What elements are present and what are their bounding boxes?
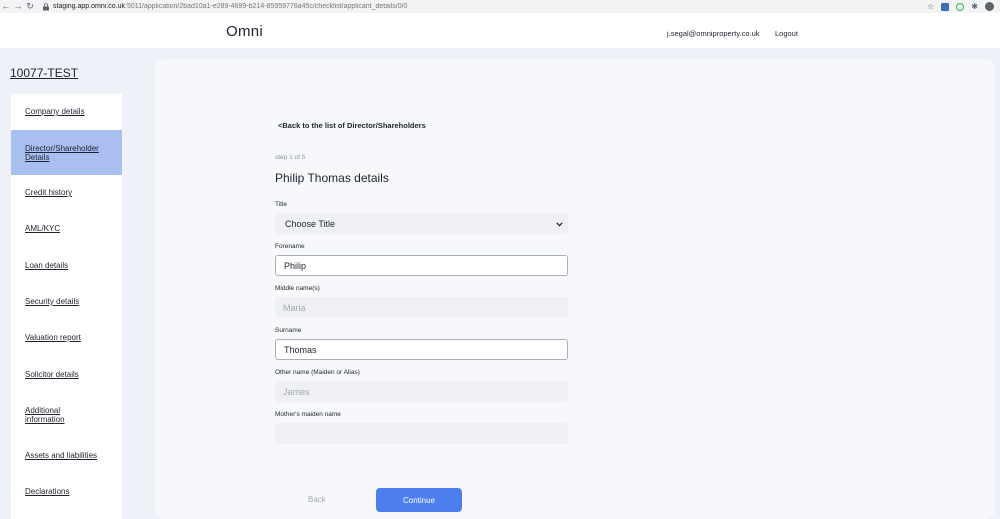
star-icon[interactable]: ☆ [927, 0, 934, 13]
sidebar-item-aml-kyc[interactable]: AML/KYC [11, 224, 122, 233]
sidebar-item-company-details[interactable]: Company details [11, 107, 122, 116]
mothers-maiden-name-label: Mother's maiden name [275, 411, 341, 418]
url-host: staging.app.omni.co.uk [53, 3, 125, 10]
extension-icon[interactable] [941, 2, 950, 11]
forward-arrow-icon[interactable]: → [12, 0, 24, 13]
continue-button[interactable]: Continue [376, 488, 462, 512]
sidebar-item-label: Director/Shareholder Details [25, 144, 99, 162]
app-header: Omni j.segal@omniproperty.co.uk Logout [0, 13, 1000, 49]
step-indicator: step 1 of 5 [275, 154, 306, 161]
middle-name-field[interactable]: Maria [275, 297, 568, 318]
chevron-down-icon [556, 219, 563, 229]
sidebar-item-valuation-report[interactable]: Valuation report [11, 333, 122, 342]
browser-extensions: ☆ ✱ [927, 0, 994, 13]
user-email: j.segal@omniproperty.co.uk [667, 29, 760, 38]
surname-field[interactable]: Thomas [275, 339, 568, 360]
surname-label: Surname [275, 327, 302, 334]
sidebar-item-loan-details[interactable]: Loan details [11, 261, 122, 270]
title-select-value: Choose Title [285, 218, 336, 229]
title-select[interactable]: Choose Title [275, 213, 568, 234]
brand-logo[interactable]: Omni [226, 23, 263, 40]
forename-label: Forename [275, 243, 305, 250]
page-title: Philip Thomas details [275, 171, 389, 185]
title-label: Title [275, 201, 288, 208]
other-name-label: Other name (Maiden or Alias) [275, 369, 360, 376]
sidebar-item-assets-and-liabilities[interactable]: Assets and liabilities [11, 451, 122, 460]
lock-icon [42, 2, 50, 11]
forename-field[interactable]: Philip [275, 255, 568, 276]
checklist-sidebar: Company details Director/Shareholder Det… [11, 94, 122, 519]
sidebar-item-director-shareholder-details[interactable]: Director/Shareholder Details [11, 130, 122, 175]
extension-green-icon[interactable] [956, 2, 965, 11]
sidebar-item-solicitor-details[interactable]: Solicitor details [11, 370, 122, 379]
back-to-list-link[interactable]: <Back to the list of Director/Shareholde… [278, 121, 426, 130]
sidebar-item-declarations[interactable]: Declarations [11, 487, 122, 496]
reload-icon[interactable]: ↻ [24, 0, 36, 13]
application-reference: 10077-TEST [10, 66, 79, 80]
puzzle-icon[interactable]: ✱ [971, 0, 978, 13]
sidebar-item-additional-information[interactable]: Additional information [11, 406, 81, 424]
sidebar-item-security-details[interactable]: Security details [11, 297, 122, 306]
logout-link[interactable]: Logout [775, 29, 798, 38]
url-path: :5011/application/2bad10a1-e289-4699-b21… [125, 3, 408, 10]
browser-toolbar: ← → ↻ staging.app.omni.co.uk:5011/applic… [0, 0, 1000, 13]
back-button[interactable]: Back [308, 495, 326, 504]
mothers-maiden-name-field[interactable] [275, 423, 568, 444]
address-bar[interactable]: staging.app.omni.co.uk:5011/application/… [53, 3, 927, 10]
sidebar-item-credit-history[interactable]: Credit history [11, 188, 122, 197]
back-arrow-icon[interactable]: ← [0, 0, 12, 13]
middle-name-label: Middle name(s) [275, 285, 320, 292]
other-name-field[interactable]: James [275, 381, 568, 402]
profile-avatar-icon[interactable] [985, 2, 994, 11]
